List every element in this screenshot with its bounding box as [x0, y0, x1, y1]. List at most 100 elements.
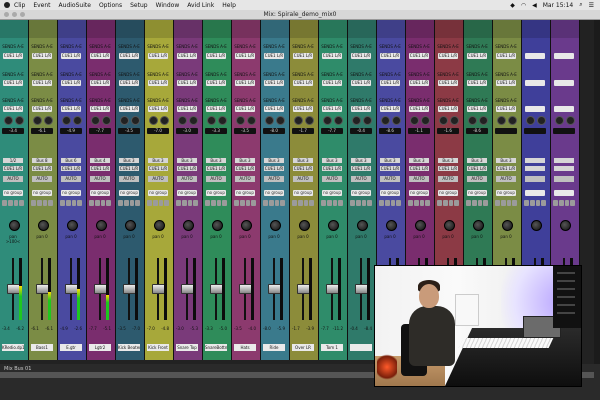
- send-knob[interactable]: [479, 116, 488, 125]
- pan-knob[interactable]: [154, 220, 165, 231]
- close-window-button[interactable]: [4, 12, 9, 17]
- send-knob[interactable]: [44, 116, 53, 125]
- status-icon[interactable]: ◆: [510, 2, 515, 9]
- send-output-select[interactable]: [554, 106, 574, 112]
- send-output-select[interactable]: CUE1 L/R: [148, 80, 168, 86]
- input-select[interactable]: Bus 3: [264, 158, 284, 163]
- pan-knob[interactable]: [473, 220, 484, 231]
- pan-knob[interactable]: [560, 220, 571, 231]
- input-select[interactable]: Bus 3: [235, 158, 255, 163]
- output-select[interactable]: CUE1 L/R: [264, 166, 284, 171]
- strip-insert-area[interactable]: [203, 20, 231, 38]
- solo-button[interactable]: [332, 200, 338, 206]
- pan-knob[interactable]: [212, 220, 223, 231]
- strip-insert-area[interactable]: [174, 20, 202, 38]
- input-button[interactable]: [36, 200, 42, 206]
- automation-mode[interactable]: AUTO: [90, 176, 110, 182]
- send-output-select[interactable]: CUE1 L/R: [3, 53, 23, 59]
- input-select[interactable]: Bus 3: [409, 158, 429, 163]
- send-output-select[interactable]: CUE1 L/R: [177, 106, 197, 112]
- automation-mode[interactable]: AUTO: [177, 176, 197, 182]
- track-name[interactable]: E.gtr: [60, 344, 82, 351]
- track-name[interactable]: KRedio.dp1: [2, 344, 24, 351]
- group-select[interactable]: no group: [467, 190, 487, 196]
- mute-button[interactable]: [106, 200, 111, 206]
- menu-audiosuite[interactable]: AudioSuite: [59, 2, 91, 9]
- send-knob[interactable]: [218, 116, 227, 125]
- send-knob[interactable]: [566, 116, 575, 125]
- output-select[interactable]: CUE1 L/R: [206, 166, 226, 171]
- strip-insert-area[interactable]: [116, 20, 144, 38]
- send-output-select[interactable]: CUE1 L/R: [32, 80, 52, 86]
- pan-knob[interactable]: [386, 220, 397, 231]
- send-output-select[interactable]: CUE1 L/R: [351, 80, 371, 86]
- send-output-select[interactable]: CUE1 L/R: [409, 106, 429, 112]
- automation-mode[interactable]: AUTO: [61, 176, 81, 182]
- output-select[interactable]: CUE1 L/R: [177, 166, 197, 171]
- track-name[interactable]: [350, 344, 372, 351]
- group-select[interactable]: no group: [90, 190, 110, 196]
- input-button[interactable]: [7, 200, 13, 206]
- track-name[interactable]: Bass1: [31, 344, 53, 351]
- record-button[interactable]: [379, 200, 384, 206]
- send-output-select[interactable]: CUE1 L/R: [90, 106, 110, 112]
- send-knob[interactable]: [497, 116, 506, 125]
- strip-insert-area[interactable]: [290, 20, 318, 38]
- menu-event[interactable]: Event: [33, 2, 50, 9]
- output-select[interactable]: CUE1 L/R: [496, 166, 516, 171]
- solo-button[interactable]: [564, 200, 570, 206]
- send-output-select[interactable]: CUE1 L/R: [90, 53, 110, 59]
- send-output-select[interactable]: CUE1 L/R: [467, 80, 487, 86]
- send-output-select[interactable]: CUE1 L/R: [293, 53, 313, 59]
- pan-knob[interactable]: [415, 220, 426, 231]
- group-select[interactable]: [525, 190, 545, 196]
- solo-button[interactable]: [245, 200, 251, 206]
- group-select[interactable]: no group: [206, 190, 226, 196]
- input-select[interactable]: Bus 3: [177, 158, 197, 163]
- input-select[interactable]: Bus 3: [438, 158, 458, 163]
- input-button[interactable]: [65, 200, 71, 206]
- solo-button[interactable]: [506, 200, 512, 206]
- input-button[interactable]: [442, 200, 448, 206]
- menu-setup[interactable]: Setup: [130, 2, 147, 9]
- record-button[interactable]: [524, 200, 529, 206]
- send-output-select[interactable]: CUE1 L/R: [409, 53, 429, 59]
- strip-insert-area[interactable]: [87, 20, 115, 38]
- automation-mode[interactable]: AUTO: [467, 176, 487, 182]
- solo-button[interactable]: [274, 200, 280, 206]
- wifi-icon[interactable]: ◠: [521, 2, 526, 9]
- record-button[interactable]: [234, 200, 239, 206]
- input-button[interactable]: [471, 200, 477, 206]
- automation-mode[interactable]: AUTO: [3, 176, 23, 182]
- record-button[interactable]: [408, 200, 413, 206]
- send-knob[interactable]: [276, 116, 285, 125]
- input-select[interactable]: Bus 3: [148, 158, 168, 163]
- record-button[interactable]: [60, 200, 65, 206]
- send-knob[interactable]: [537, 116, 546, 125]
- pan-knob[interactable]: [357, 220, 368, 231]
- mute-button[interactable]: [251, 200, 256, 206]
- mute-button[interactable]: [396, 200, 401, 206]
- record-button[interactable]: [205, 200, 210, 206]
- send-output-select[interactable]: CUE1 L/R: [148, 106, 168, 112]
- automation-mode[interactable]: AUTO: [438, 176, 458, 182]
- automation-mode[interactable]: [525, 176, 545, 182]
- group-select[interactable]: [554, 190, 574, 196]
- send-output-select[interactable]: CUE1 L/R: [322, 53, 342, 59]
- record-button[interactable]: [31, 200, 36, 206]
- automation-mode[interactable]: AUTO: [409, 176, 429, 182]
- track-name[interactable]: Kick Beater: [118, 344, 140, 351]
- mute-button[interactable]: [135, 200, 140, 206]
- automation-mode[interactable]: AUTO: [148, 176, 168, 182]
- solo-button[interactable]: [13, 200, 19, 206]
- strip-insert-area[interactable]: [29, 20, 57, 38]
- strip-insert-area[interactable]: [0, 20, 28, 38]
- send-knob[interactable]: [439, 116, 448, 125]
- input-button[interactable]: [384, 200, 390, 206]
- send-output-select[interactable]: CUE1 L/R: [293, 106, 313, 112]
- track-name[interactable]: Hats: [234, 344, 256, 351]
- group-select[interactable]: no group: [293, 190, 313, 196]
- input-select[interactable]: Bus 6: [61, 158, 81, 163]
- menu-help[interactable]: Help: [222, 2, 236, 9]
- group-select[interactable]: no group: [438, 190, 458, 196]
